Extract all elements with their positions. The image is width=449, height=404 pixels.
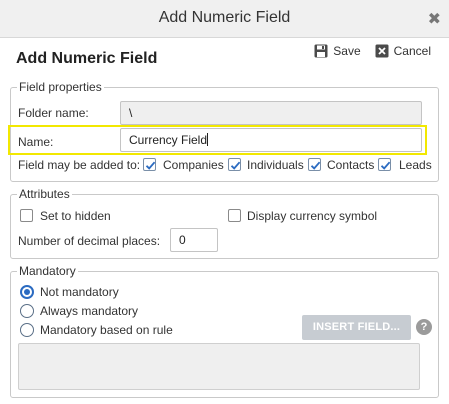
rule-mandatory-radio[interactable] (20, 323, 34, 337)
checkmark-icon (310, 161, 321, 170)
name-field[interactable]: Currency Field (120, 128, 422, 152)
rule-mandatory-label: Mandatory based on rule (40, 323, 173, 337)
mandatory-legend: Mandatory (17, 264, 78, 278)
cancel-button[interactable]: Cancel (375, 44, 431, 58)
contacts-label: Contacts (327, 158, 375, 172)
save-button[interactable]: Save (314, 44, 361, 58)
question-icon[interactable]: ? (416, 319, 432, 335)
companies-label: Companies (163, 158, 224, 172)
contacts-checkbox[interactable] (308, 158, 321, 171)
attributes-group: Attributes (10, 187, 439, 259)
header-actions: Save Cancel (314, 44, 431, 58)
hidden-label: Set to hidden (40, 209, 111, 223)
folder-name-field: \ (120, 101, 422, 125)
insert-field-button[interactable]: INSERT FIELD... (302, 315, 411, 340)
hidden-checkbox[interactable] (20, 209, 33, 222)
always-mandatory-label: Always mandatory (40, 304, 139, 318)
field-properties-legend: Field properties (17, 80, 104, 94)
not-mandatory-label: Not mandatory (40, 285, 119, 299)
checkmark-icon (230, 161, 241, 170)
attributes-legend: Attributes (17, 187, 72, 201)
always-mandatory-radio[interactable] (20, 304, 34, 318)
dialog-title: Add Numeric Field (158, 9, 291, 26)
floppy-disk-icon (314, 44, 328, 58)
dialog-titlebar: Add Numeric Field ✖ (0, 0, 449, 38)
added-to-label: Field may be added to: (18, 158, 141, 172)
close-icon[interactable]: ✖ (428, 9, 441, 29)
currency-symbol-checkbox[interactable] (228, 209, 241, 222)
not-mandatory-radio[interactable] (20, 285, 34, 299)
save-label: Save (333, 44, 361, 58)
decimal-places-label: Number of decimal places: (18, 234, 161, 248)
currency-symbol-label: Display currency symbol (247, 209, 378, 223)
decimal-places-field[interactable]: 0 (170, 228, 218, 252)
individuals-checkbox[interactable] (228, 158, 241, 171)
checkmark-icon (145, 161, 156, 170)
leads-checkbox[interactable] (378, 158, 391, 171)
name-value: Currency Field (129, 133, 208, 147)
checkmark-icon (380, 161, 391, 170)
form-heading: Add Numeric Field (16, 50, 158, 67)
cancel-label: Cancel (393, 44, 431, 58)
text-caret (207, 133, 209, 146)
companies-checkbox[interactable] (143, 158, 156, 171)
leads-label: Leads (399, 158, 432, 172)
name-label: Name: (18, 135, 54, 149)
x-box-icon (375, 44, 389, 58)
folder-name-label: Folder name: (18, 106, 89, 120)
rule-textarea[interactable] (18, 343, 420, 390)
individuals-label: Individuals (247, 158, 304, 172)
